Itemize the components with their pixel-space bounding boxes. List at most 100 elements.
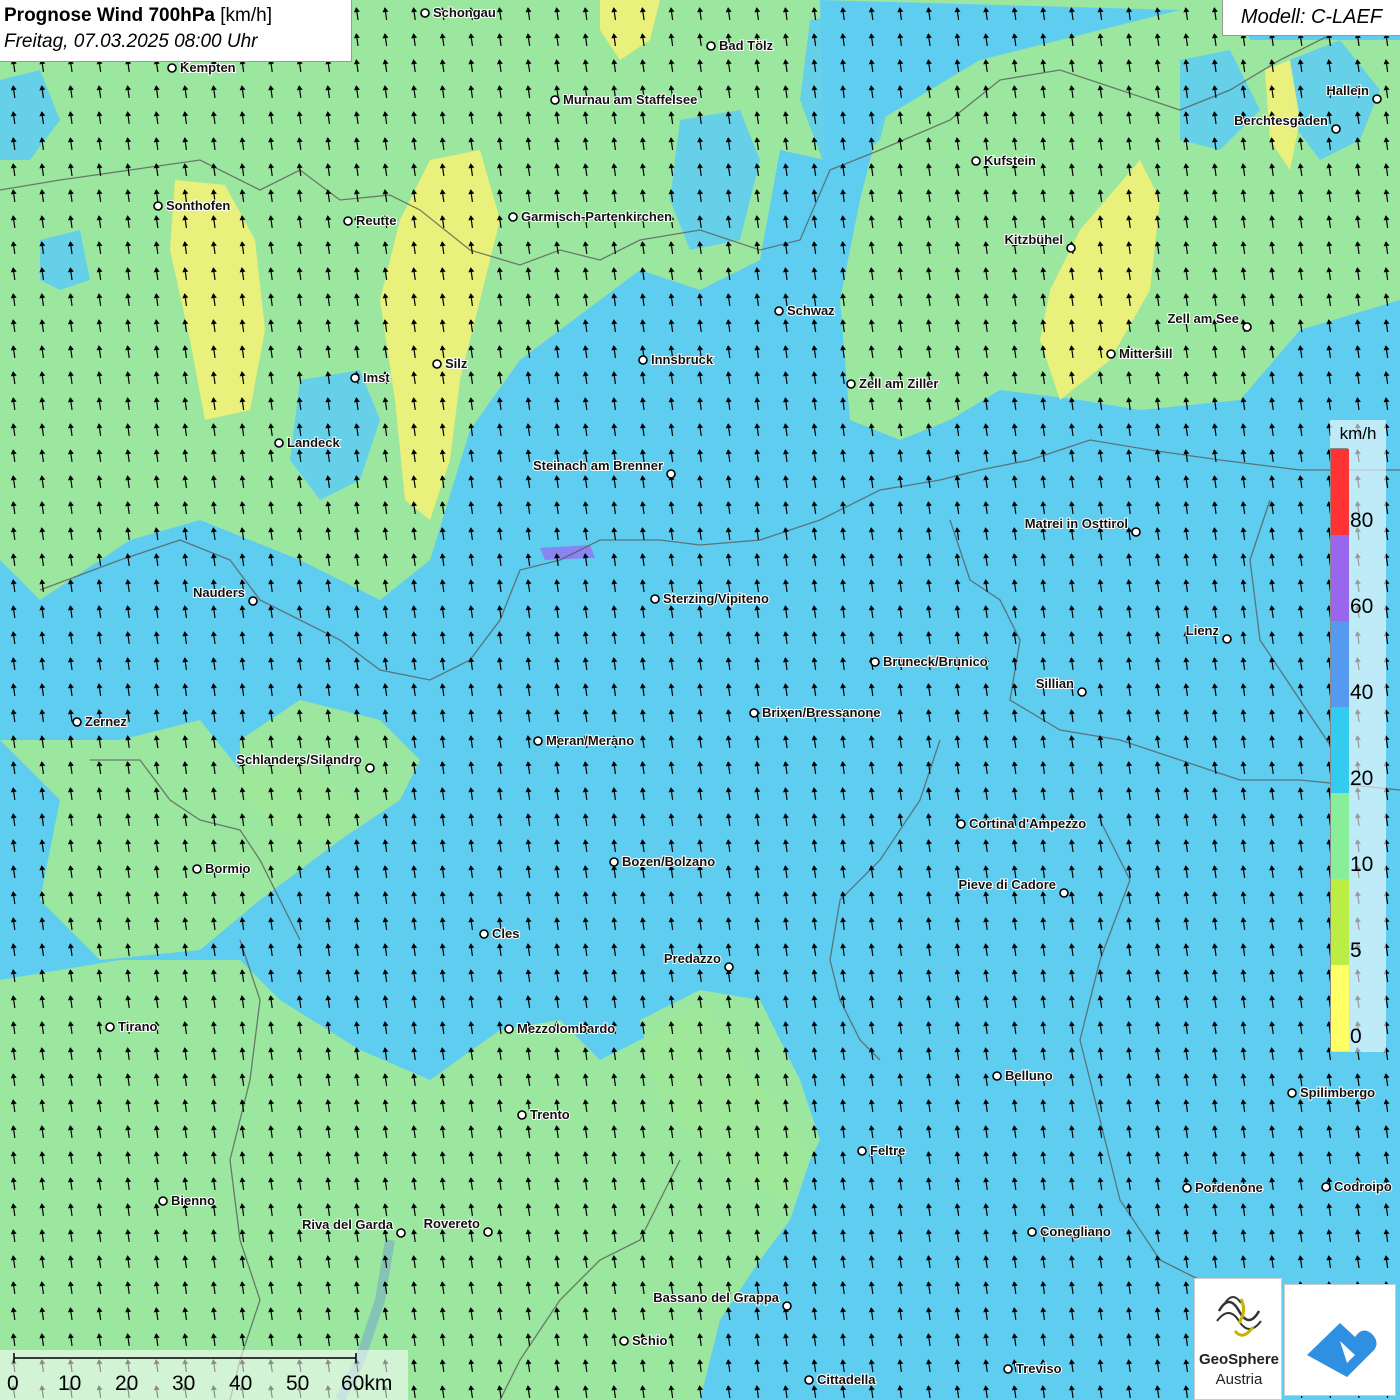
city-dot-icon [1131,527,1141,537]
scale-label-30: 30 [172,1372,196,1395]
city-marker: Innsbruck [638,351,715,368]
city-dot-icon [432,359,442,369]
legend-tick-20: 20 [1350,767,1374,790]
city-dot-icon [782,1301,792,1311]
city-label: Bozen/Bolzano [622,854,715,869]
city-label: Trento [530,1107,570,1122]
legend-segment-10 [1331,793,1349,879]
city-marker: Bruneck/Brunico [870,653,989,670]
city-dot-icon [396,1228,406,1238]
city-dot-icon [1287,1088,1297,1098]
city-marker: Zell am Ziller [846,375,939,392]
city-label: Bienno [171,1193,215,1208]
geosphere-logo[interactable]: GeoSphere Austria [1194,1278,1282,1400]
city-dot-icon [870,657,880,667]
city-dot-icon [724,962,734,972]
city-marker: Sonthofen [153,197,231,214]
city-label: Mezzolombardo [517,1021,615,1036]
legend-segment-0 [1331,965,1349,1051]
legend-tick-80: 80 [1350,509,1374,532]
city-label: Reutte [356,213,396,228]
geosphere-name: GeoSphere [1198,1351,1280,1368]
city-label: Cittadella [817,1372,876,1387]
scale-label-0: 0 [7,1372,19,1395]
city-dot-icon [508,212,518,222]
city-dot-icon [420,8,430,18]
city-label: Zell am See [1167,311,1239,326]
city-marker: Brixen/Bressanone [749,704,882,721]
city-label: Belluno [1005,1068,1053,1083]
city-dot-icon [248,596,258,606]
model-label: Modell: C-LAEF [1222,0,1400,36]
city-dot-icon [365,763,375,773]
title-main: Prognose Wind 700hPa [4,5,215,26]
city-label: Kempten [180,60,236,75]
city-dot-icon [1321,1182,1331,1192]
geosphere-emblem-icon [1216,1296,1262,1337]
city-label: Bormio [205,861,251,876]
city-dot-icon [1106,349,1116,359]
city-marker: Pordenone [1182,1179,1264,1196]
city-dot-icon [1372,94,1382,104]
app-cloud-icon [1307,1323,1377,1377]
city-label: Schio [632,1333,667,1348]
wind-map: Schongau Bad Tölz Kempten Murnau am Staffel… [0,0,1400,1400]
city-dot-icon [1182,1183,1192,1193]
city-label: Meran/Merano [546,733,634,748]
city-label: Rovereto [424,1216,480,1231]
city-label: Sillian [1036,676,1074,691]
color-legend: km/h 80 60 40 20 10 5 0 [1330,420,1386,1052]
city-label: Brixen/Bressanone [762,705,881,720]
city-marker: Meran/Merano [533,732,635,749]
scale-label-50: 50 [286,1372,310,1395]
city-dot-icon [72,717,82,727]
city-dot-icon [504,1024,514,1034]
city-label: Hallein [1326,83,1369,98]
city-label: Landeck [287,435,341,450]
city-label: Bruneck/Brunico [883,654,988,669]
city-dot-icon [1027,1227,1037,1237]
city-dot-icon [105,1022,115,1032]
forecast-datetime: Freitag, 07.03.2025 08:00 Uhr [4,31,258,52]
city-dot-icon [1066,243,1076,253]
scale-label-20: 20 [115,1372,139,1395]
city-label: Silz [445,356,468,371]
legend-tick-60: 60 [1350,595,1374,618]
scale-bar-line [13,1353,357,1363]
city-dot-icon [483,1227,493,1237]
city-label: Murnau am Staffelsee [563,92,697,107]
city-label: Pieve di Cadore [958,877,1056,892]
city-label: Schlanders/Silandro [236,752,362,767]
city-dot-icon [350,373,360,383]
title-panel: Prognose Wind 700hPa [km/h] Freitag, 07.… [0,0,352,62]
title-unit: [km/h] [220,5,273,26]
city-label: Treviso [1016,1361,1062,1376]
legend-tick-40: 40 [1350,681,1374,704]
app-logo[interactable] [1284,1284,1396,1396]
city-label: Berchtesgaden [1234,113,1328,128]
city-dot-icon [857,1146,867,1156]
city-label: Imst [363,370,390,385]
legend-segment-60 [1331,535,1349,621]
city-marker: Garmisch-Partenkirchen [508,208,673,225]
city-label: Codroipo [1334,1179,1392,1194]
city-dot-icon [192,864,202,874]
city-dot-icon [1222,634,1232,644]
city-dot-icon [1003,1364,1013,1374]
city-label: Schongau [433,5,496,20]
city-label: Cles [492,926,519,941]
city-label: Schwaz [787,303,835,318]
city-dot-icon [517,1110,527,1120]
city-label: Conegliano [1040,1224,1111,1239]
city-dot-icon [971,156,981,166]
city-dot-icon [343,216,353,226]
scale-label-60km: 60km [341,1372,393,1395]
city-dot-icon [1242,322,1252,332]
legend-segment-20 [1331,707,1349,793]
city-dot-icon [479,929,489,939]
city-label: Spilimbergo [1300,1085,1375,1100]
city-dot-icon [274,438,284,448]
title-heading: Prognose Wind 700hPa [km/h] [4,3,347,29]
city-label: Innsbruck [651,352,714,367]
city-dot-icon [533,736,543,746]
